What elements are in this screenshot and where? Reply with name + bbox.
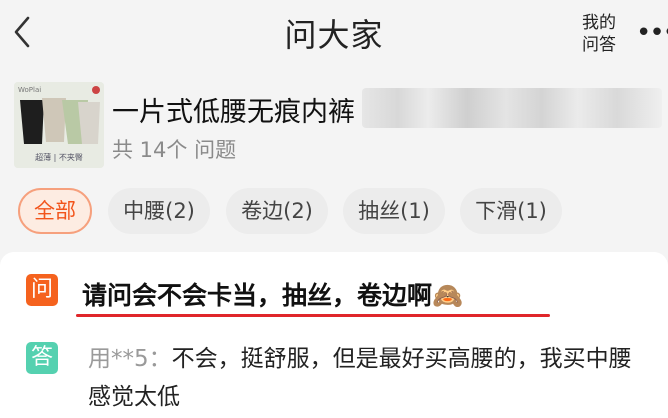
- question-badge: 问: [26, 274, 58, 306]
- filter-chip-snagging[interactable]: 抽丝(1): [343, 188, 445, 234]
- blurred-title-region: [362, 88, 662, 128]
- my-questions-button[interactable]: 我的 问答: [576, 12, 622, 56]
- my-questions-label-line1: 我的: [582, 13, 616, 33]
- filter-chip-all[interactable]: 全部: [18, 188, 92, 234]
- question-count: 共 14个 问题: [112, 138, 237, 162]
- filter-chip-mid-waist[interactable]: 中腰(2): [108, 188, 210, 234]
- product-name: 一片式低腰无痕内裤: [112, 97, 355, 128]
- question-text[interactable]: 请问会不会卡当，抽丝，卷边啊🙈: [82, 276, 463, 312]
- filter-chip-curling[interactable]: 卷边(2): [226, 188, 328, 234]
- thumb-caption: 超薄 | 不夹臀: [35, 152, 83, 162]
- filter-tabs: 全部 中腰(2) 卷边(2) 抽丝(1) 下滑(1): [0, 184, 668, 240]
- answer-badge: 答: [26, 342, 58, 374]
- my-questions-label-line2: 问答: [582, 35, 616, 55]
- monkey-emoji-icon: 🙈: [432, 281, 464, 310]
- answer-text[interactable]: 用**5：不会，挺舒服，但是最好买高腰的，我买中腰感觉太低: [88, 340, 654, 416]
- page-title: 问大家: [284, 16, 384, 54]
- product-summary[interactable]: WoPlai 超薄 | 不夹臀 一片式低腰无痕内裤 共 14个 问题: [0, 74, 668, 170]
- more-menu-icon[interactable]: •••: [636, 18, 668, 48]
- thumb-brand: WoPlai: [18, 86, 41, 94]
- question-underline: [76, 314, 550, 317]
- top-bar: 问大家 我的 问答 •••: [0, 0, 668, 66]
- product-thumbnail[interactable]: WoPlai 超薄 | 不夹臀: [14, 82, 104, 168]
- filter-chip-slipping[interactable]: 下滑(1): [460, 188, 562, 234]
- question-body: 请问会不会卡当，抽丝，卷边啊: [82, 281, 433, 310]
- answer-user: 用**5：: [88, 346, 172, 372]
